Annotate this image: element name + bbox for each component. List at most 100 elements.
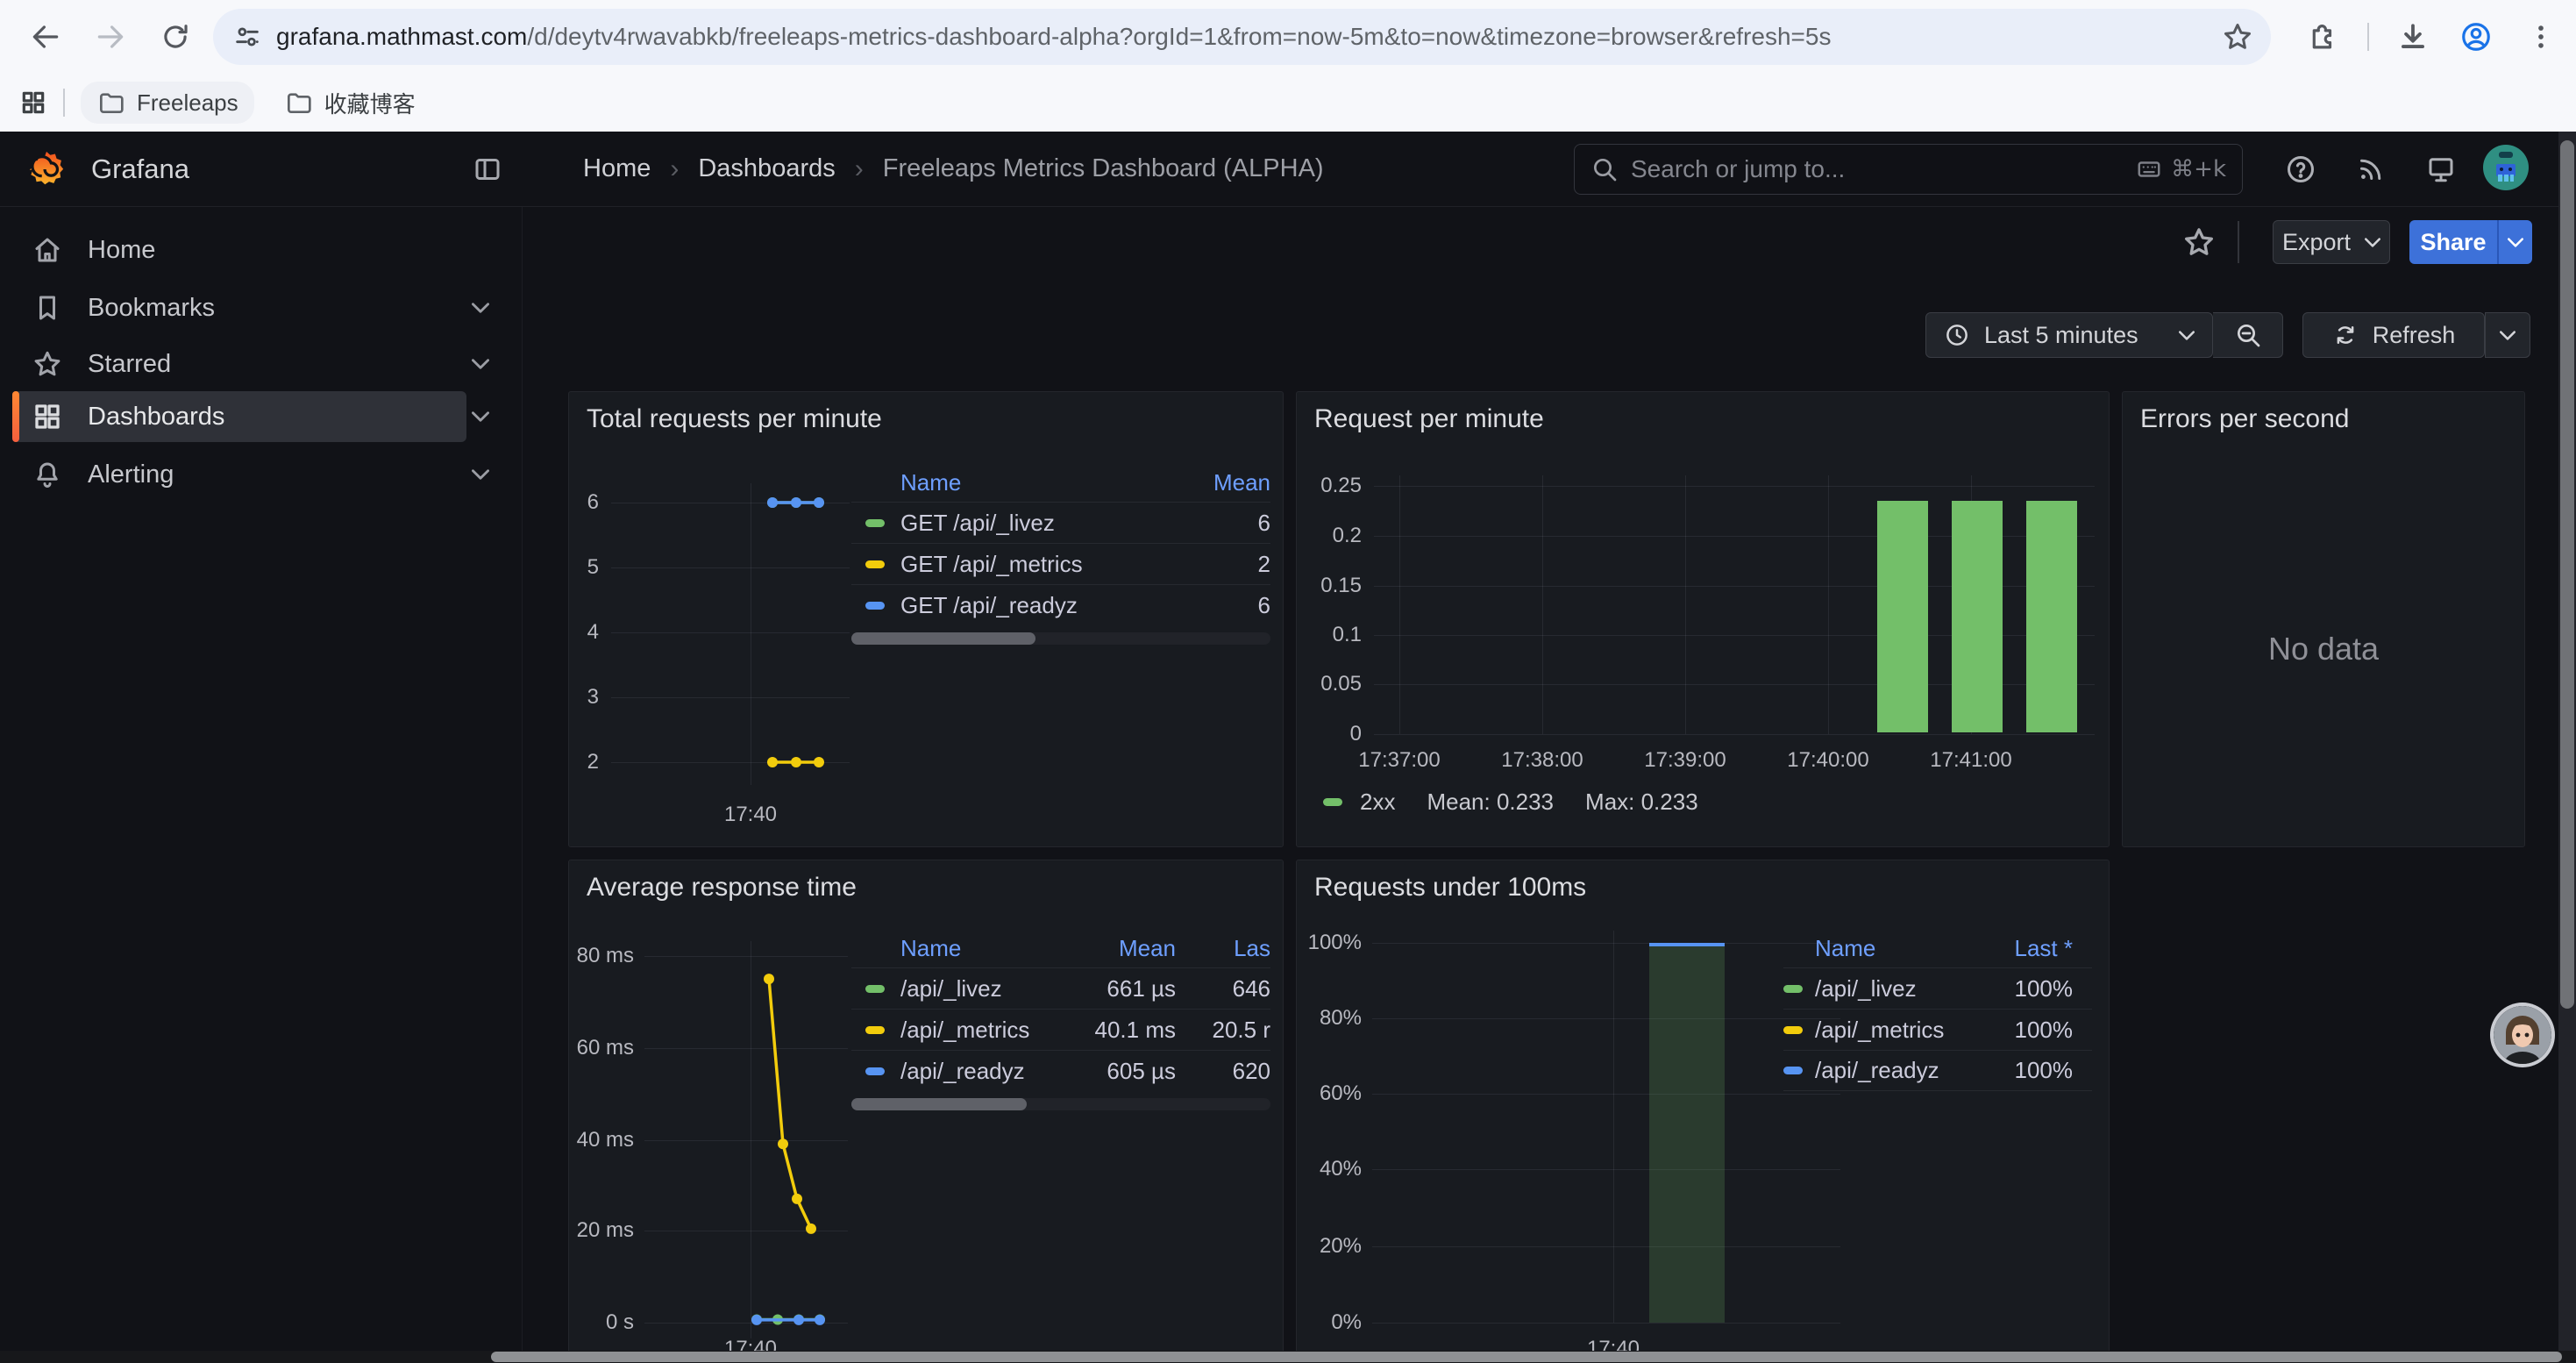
legend-col-mean[interactable]: Mean — [1213, 469, 1270, 496]
y-tick: 0.1 — [1297, 623, 1362, 647]
panel-title[interactable]: Request per minute — [1314, 404, 1544, 434]
legend-row[interactable]: GET /api/_metrics 2 — [851, 543, 1270, 584]
series-name[interactable]: /api/_metrics — [1815, 1017, 1944, 1044]
zoom-out-button[interactable] — [2213, 312, 2283, 358]
series-name[interactable]: /api/_metrics — [900, 1017, 1029, 1044]
zoom-out-icon — [2234, 321, 2262, 349]
export-button[interactable]: Export — [2273, 220, 2390, 264]
legend-row[interactable]: GET /api/_livez 6 — [851, 502, 1270, 543]
dashboard-area: Export Share Last 5 minutes Refresh — [523, 207, 2576, 1363]
bookmark-star-icon[interactable] — [2222, 21, 2253, 53]
sidebar-item-alerting[interactable]: Alerting — [12, 449, 466, 500]
site-settings-icon[interactable] — [232, 22, 262, 52]
series-name[interactable]: GET /api/_metrics — [900, 551, 1083, 578]
chevron-down-icon[interactable] — [472, 469, 489, 480]
panel-title[interactable]: Average response time — [587, 873, 857, 903]
puzzle-icon — [2305, 20, 2338, 54]
extensions-button[interactable] — [2299, 14, 2345, 60]
bookmark-folder-freeleaps[interactable]: Freeleaps — [81, 82, 254, 124]
series-swatch — [865, 1026, 885, 1034]
sidebar-item-bookmarks[interactable]: Bookmarks — [12, 282, 466, 333]
chevron-down-icon[interactable] — [472, 359, 489, 369]
legend-inline[interactable]: 2xx Mean: 0.233 Max: 0.233 — [1323, 789, 1698, 816]
grafana-app: Grafana Home › Dashboards › Freeleaps Me… — [0, 132, 2576, 1363]
series-mean: 661 µs — [1062, 975, 1176, 1003]
breadcrumb-separator: › — [855, 154, 864, 184]
series-name[interactable]: /api/_readyz — [900, 1058, 1025, 1085]
bookmarks-bar: Freeleaps 收藏博客 — [0, 74, 2576, 132]
profile-button[interactable] — [2453, 14, 2499, 60]
legend-row[interactable]: /api/_readyz 605 µs 620 — [851, 1050, 1270, 1091]
sidebar-item-starred[interactable]: Starred — [12, 339, 466, 389]
panel-title[interactable]: Total requests per minute — [587, 404, 882, 434]
bar — [1952, 501, 2003, 732]
browser-menu-button[interactable] — [2518, 14, 2564, 60]
legend-col-name[interactable]: Name — [900, 469, 961, 496]
news-button[interactable] — [2346, 145, 2395, 194]
search-box[interactable]: ⌘+k — [1574, 144, 2243, 195]
reload-icon — [159, 20, 192, 54]
panel-title[interactable]: Requests under 100ms — [1314, 873, 1586, 903]
legend-row[interactable]: GET /api/_readyz 6 — [851, 584, 1270, 625]
horizontal-scrollbar-thumb[interactable] — [491, 1352, 2562, 1362]
forward-button[interactable] — [88, 14, 133, 60]
legend-col-mean[interactable]: Mean — [1062, 935, 1176, 962]
share-dropdown-button[interactable] — [2497, 220, 2532, 264]
bar — [1649, 943, 1725, 1323]
legend-row[interactable]: /api/_livez 661 µs 646 — [851, 967, 1270, 1009]
share-button[interactable]: Share — [2409, 220, 2497, 264]
url-bar[interactable]: grafana.mathmast.com/d/deytv4rwavabkb/fr… — [213, 9, 2271, 65]
search-input[interactable] — [1631, 155, 2124, 183]
star-dashboard-button[interactable] — [2180, 223, 2218, 261]
panel-title[interactable]: Errors per second — [2140, 404, 2349, 434]
back-button[interactable] — [23, 14, 68, 60]
user-avatar[interactable] — [2483, 145, 2529, 190]
grafana-logo[interactable] — [26, 149, 67, 189]
bookmark-folder-blogs[interactable]: 收藏博客 — [268, 80, 431, 126]
legend-row[interactable]: /api/_readyz 100% — [1783, 1050, 2092, 1091]
breadcrumb-home[interactable]: Home — [583, 154, 651, 183]
chevron-down-icon[interactable] — [472, 303, 489, 313]
sidebar-item-label: Home — [88, 236, 155, 265]
back-icon — [29, 20, 62, 54]
panel-errors-per-second: Errors per second No data — [2122, 391, 2525, 847]
downloads-button[interactable] — [2390, 14, 2436, 60]
legend-row[interactable]: /api/_metrics 40.1 ms 20.5 r — [851, 1009, 1270, 1050]
chevron-down-icon[interactable] — [472, 411, 489, 422]
chevron-down-icon — [2179, 331, 2195, 340]
time-range-picker[interactable]: Last 5 minutes — [1925, 312, 2213, 358]
dock-sidebar-toggle[interactable] — [472, 153, 503, 185]
series-name[interactable]: GET /api/_readyz — [900, 592, 1078, 619]
series-name[interactable]: /api/_readyz — [1815, 1057, 1939, 1084]
legend-row[interactable]: /api/_metrics 100% — [1783, 1009, 2092, 1050]
legend-scrollbar[interactable] — [851, 632, 1270, 645]
refresh-button[interactable]: Refresh — [2302, 312, 2485, 358]
sidebar-item-dashboards[interactable]: Dashboards — [12, 391, 466, 442]
refresh-interval-dropdown[interactable] — [2485, 312, 2530, 358]
series-mean: 605 µs — [1062, 1058, 1176, 1085]
legend-col-name[interactable]: Name — [900, 935, 961, 962]
profile-icon — [2459, 20, 2493, 54]
sidebar-item-label: Dashboards — [88, 403, 224, 432]
kiosk-button[interactable] — [2416, 145, 2466, 194]
legend-scrollbar[interactable] — [851, 1098, 1270, 1110]
breadcrumb-dashboards[interactable]: Dashboards — [698, 154, 835, 183]
legend-row[interactable]: /api/_livez 100% — [1783, 967, 2092, 1009]
series-mean: 6 — [1258, 592, 1270, 619]
help-button[interactable] — [2276, 145, 2325, 194]
floating-assistant-avatar[interactable] — [2494, 1006, 2551, 1064]
legend-col-last[interactable]: Las — [1176, 935, 1270, 962]
series-name[interactable]: 2xx — [1360, 789, 1395, 816]
apps-grid-icon[interactable] — [19, 89, 47, 117]
vertical-scrollbar-thumb[interactable] — [2560, 140, 2574, 1009]
legend-col-last[interactable]: Last * — [2015, 935, 2093, 962]
chevron-down-icon — [2365, 238, 2380, 247]
series-name[interactable]: /api/_livez — [1815, 975, 1917, 1003]
y-tick: 0% — [1297, 1310, 1362, 1335]
series-name[interactable]: GET /api/_livez — [900, 510, 1055, 537]
y-tick: 4 — [569, 620, 599, 645]
legend-col-name[interactable]: Name — [1815, 935, 1875, 962]
sidebar-item-home[interactable]: Home — [12, 225, 466, 275]
series-name[interactable]: /api/_livez — [900, 975, 1002, 1003]
reload-button[interactable] — [153, 14, 198, 60]
